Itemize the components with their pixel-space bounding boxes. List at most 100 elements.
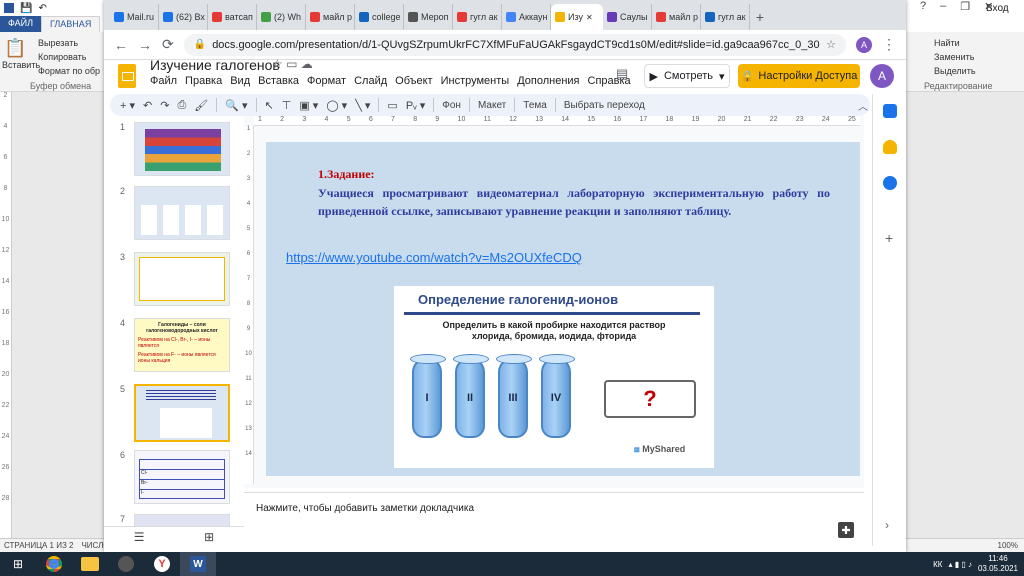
tray-icons[interactable]: ▴ ▮ ▯ ♪ bbox=[948, 560, 972, 569]
menu-item[interactable]: Формат bbox=[307, 75, 346, 87]
browser-tab[interactable]: (62) Вх bbox=[159, 4, 208, 30]
new-slide-icon[interactable]: + ▾ bbox=[120, 99, 135, 112]
expand-panel-icon[interactable]: › bbox=[885, 518, 889, 532]
save-icon[interactable]: 💾 bbox=[20, 3, 32, 14]
undo-icon[interactable]: ↶ bbox=[38, 3, 46, 14]
image-icon[interactable]: ▣ ▾ bbox=[299, 99, 318, 112]
paste-icon[interactable]: 📋 bbox=[4, 38, 26, 59]
menu-item[interactable]: Слайд bbox=[354, 75, 387, 87]
browser-tab[interactable]: майл р bbox=[652, 4, 701, 30]
reload-icon[interactable]: ⟳ bbox=[162, 36, 174, 53]
browser-tab[interactable]: гугл ак bbox=[453, 4, 502, 30]
calendar-icon[interactable] bbox=[883, 104, 897, 118]
slide-thumbnail-5[interactable] bbox=[134, 384, 230, 442]
video-link[interactable]: https://www.youtube.com/watch?v=Ms2OUXfe… bbox=[286, 250, 582, 265]
minimize-icon[interactable]: – bbox=[940, 0, 946, 13]
shape-icon[interactable]: ◯ ▾ bbox=[326, 99, 347, 112]
paint-format-icon[interactable]: 🖌 bbox=[194, 99, 208, 112]
clock[interactable]: 11:46 03.05.2021 bbox=[978, 554, 1018, 574]
menu-item[interactable]: Вид bbox=[230, 75, 250, 87]
taskbar-chrome[interactable] bbox=[36, 552, 72, 576]
zoom-icon[interactable]: 🔍 ▾ bbox=[225, 99, 247, 112]
pv-icon[interactable]: Pᵥ ▾ bbox=[406, 99, 425, 112]
halide-image[interactable]: Определение галогенид-ионов Определить в… bbox=[394, 286, 714, 468]
slide-thumbnail-7[interactable] bbox=[134, 514, 230, 526]
menu-item[interactable]: Дополнения bbox=[517, 75, 579, 87]
taskbar-explorer[interactable] bbox=[72, 552, 108, 576]
new-tab-button[interactable]: + bbox=[750, 4, 770, 30]
print-icon[interactable]: ⎙ bbox=[177, 99, 186, 112]
word-tab-home[interactable]: ГЛАВНАЯ bbox=[41, 16, 101, 32]
theme-button[interactable]: Тема bbox=[523, 100, 547, 111]
present-button[interactable]: ▶ Смотреть ▾ bbox=[644, 64, 730, 88]
menu-item[interactable]: Объект bbox=[395, 75, 432, 87]
transition-button[interactable]: Выбрать переход bbox=[564, 100, 645, 111]
add-addon-icon[interactable]: + bbox=[885, 230, 893, 246]
restore-icon[interactable]: ❐ bbox=[960, 0, 970, 13]
slide-thumbnail-4[interactable]: Галогениды – соли галогеноводородных кис… bbox=[134, 318, 230, 372]
start-button[interactable]: ⊞ bbox=[0, 552, 36, 576]
tasks-icon[interactable] bbox=[883, 176, 897, 190]
browser-tab[interactable]: college bbox=[355, 4, 404, 30]
forward-icon[interactable]: → bbox=[138, 37, 152, 53]
browser-tab[interactable]: гугл ак bbox=[701, 4, 750, 30]
zoom-level[interactable]: 100% bbox=[998, 541, 1018, 550]
browser-tab[interactable]: (2) Wh bbox=[257, 4, 306, 30]
chrome-menu-icon[interactable]: ⋮ bbox=[882, 36, 896, 53]
comment-history-icon[interactable]: ▤ bbox=[616, 66, 628, 82]
text-box-icon[interactable]: ⊤ bbox=[282, 99, 292, 112]
layout-button[interactable]: Макет bbox=[478, 100, 506, 111]
menu-item[interactable]: Вставка bbox=[258, 75, 299, 87]
bookmark-star-icon[interactable]: ☆ bbox=[826, 38, 836, 51]
lock-icon[interactable]: 🔒 bbox=[194, 39, 206, 50]
account-avatar[interactable]: A bbox=[870, 64, 894, 88]
browser-tab[interactable]: Mail.ru bbox=[110, 4, 159, 30]
browser-tab[interactable]: Аккаун bbox=[502, 4, 551, 30]
star-icon[interactable]: ☆ ▭ ☁ bbox=[272, 57, 313, 71]
task-heading[interactable]: 1.Задание: bbox=[318, 167, 375, 182]
slide-thumbnail-1[interactable] bbox=[134, 122, 230, 176]
help-icon[interactable]: ? bbox=[920, 0, 926, 13]
presentation-title[interactable]: Изучение галогенов bbox=[150, 57, 280, 73]
menu-item[interactable]: Инструменты bbox=[441, 75, 510, 87]
close-tab-icon[interactable]: ✕ bbox=[586, 13, 593, 22]
format-painter-button[interactable]: Формат по обр bbox=[38, 66, 100, 76]
page-count[interactable]: СТРАНИЦА 1 ИЗ 2 bbox=[4, 541, 73, 550]
word-tab-file[interactable]: ФАЙЛ bbox=[0, 16, 42, 32]
close-icon[interactable]: ✕ bbox=[984, 0, 993, 13]
find-button[interactable]: Найти bbox=[934, 38, 960, 48]
slide-thumbnail-3[interactable] bbox=[134, 252, 230, 306]
background-button[interactable]: Фон bbox=[442, 100, 461, 111]
menu-item[interactable]: Правка bbox=[185, 75, 222, 87]
taskbar-yandex[interactable]: Y bbox=[144, 552, 180, 576]
undo-icon[interactable]: ↶ bbox=[143, 99, 152, 112]
paste-button[interactable]: Вставить bbox=[2, 60, 40, 70]
copy-button[interactable]: Копировать bbox=[38, 52, 86, 62]
keep-icon[interactable] bbox=[883, 140, 897, 154]
back-icon[interactable]: ← bbox=[114, 37, 128, 53]
language-indicator[interactable]: КК bbox=[933, 560, 942, 569]
share-button[interactable]: 🔒 Настройки Доступа bbox=[738, 64, 860, 88]
slide[interactable]: 1.Задание: Учащиеся просматривают видеом… bbox=[266, 142, 860, 476]
browser-tab[interactable]: Саулы bbox=[603, 4, 652, 30]
list-view-icon[interactable]: ☰ bbox=[134, 530, 145, 544]
select-button[interactable]: Выделить bbox=[934, 66, 976, 76]
slides-logo-icon[interactable] bbox=[118, 64, 136, 88]
cut-button[interactable]: Вырезать bbox=[38, 38, 78, 48]
redo-icon[interactable]: ↷ bbox=[160, 99, 169, 112]
slide-thumbnail-2[interactable] bbox=[134, 186, 230, 240]
explore-icon[interactable]: ✚ bbox=[838, 522, 854, 538]
menu-item[interactable]: Файл bbox=[150, 75, 177, 87]
chevron-down-icon[interactable]: ▾ bbox=[719, 70, 725, 83]
taskbar-word[interactable]: W bbox=[180, 552, 216, 576]
browser-tab[interactable]: ватсап bbox=[208, 4, 257, 30]
browser-tab[interactable]: Мероп bbox=[404, 4, 453, 30]
task-text[interactable]: Учащиеся просматривают видеоматериал лаб… bbox=[318, 184, 830, 220]
grid-view-icon[interactable]: ⊞ bbox=[204, 530, 214, 544]
slide-thumbnail-6[interactable]: Cl- Br- I- bbox=[134, 450, 230, 504]
browser-tab[interactable]: майл р bbox=[306, 4, 355, 30]
select-cursor-icon[interactable]: ↖ bbox=[265, 99, 274, 112]
url-bar[interactable]: 🔒 docs.google.com/presentation/d/1-QUvgS… bbox=[183, 33, 846, 56]
replace-button[interactable]: Заменить bbox=[934, 52, 974, 62]
taskbar-photos[interactable] bbox=[108, 552, 144, 576]
